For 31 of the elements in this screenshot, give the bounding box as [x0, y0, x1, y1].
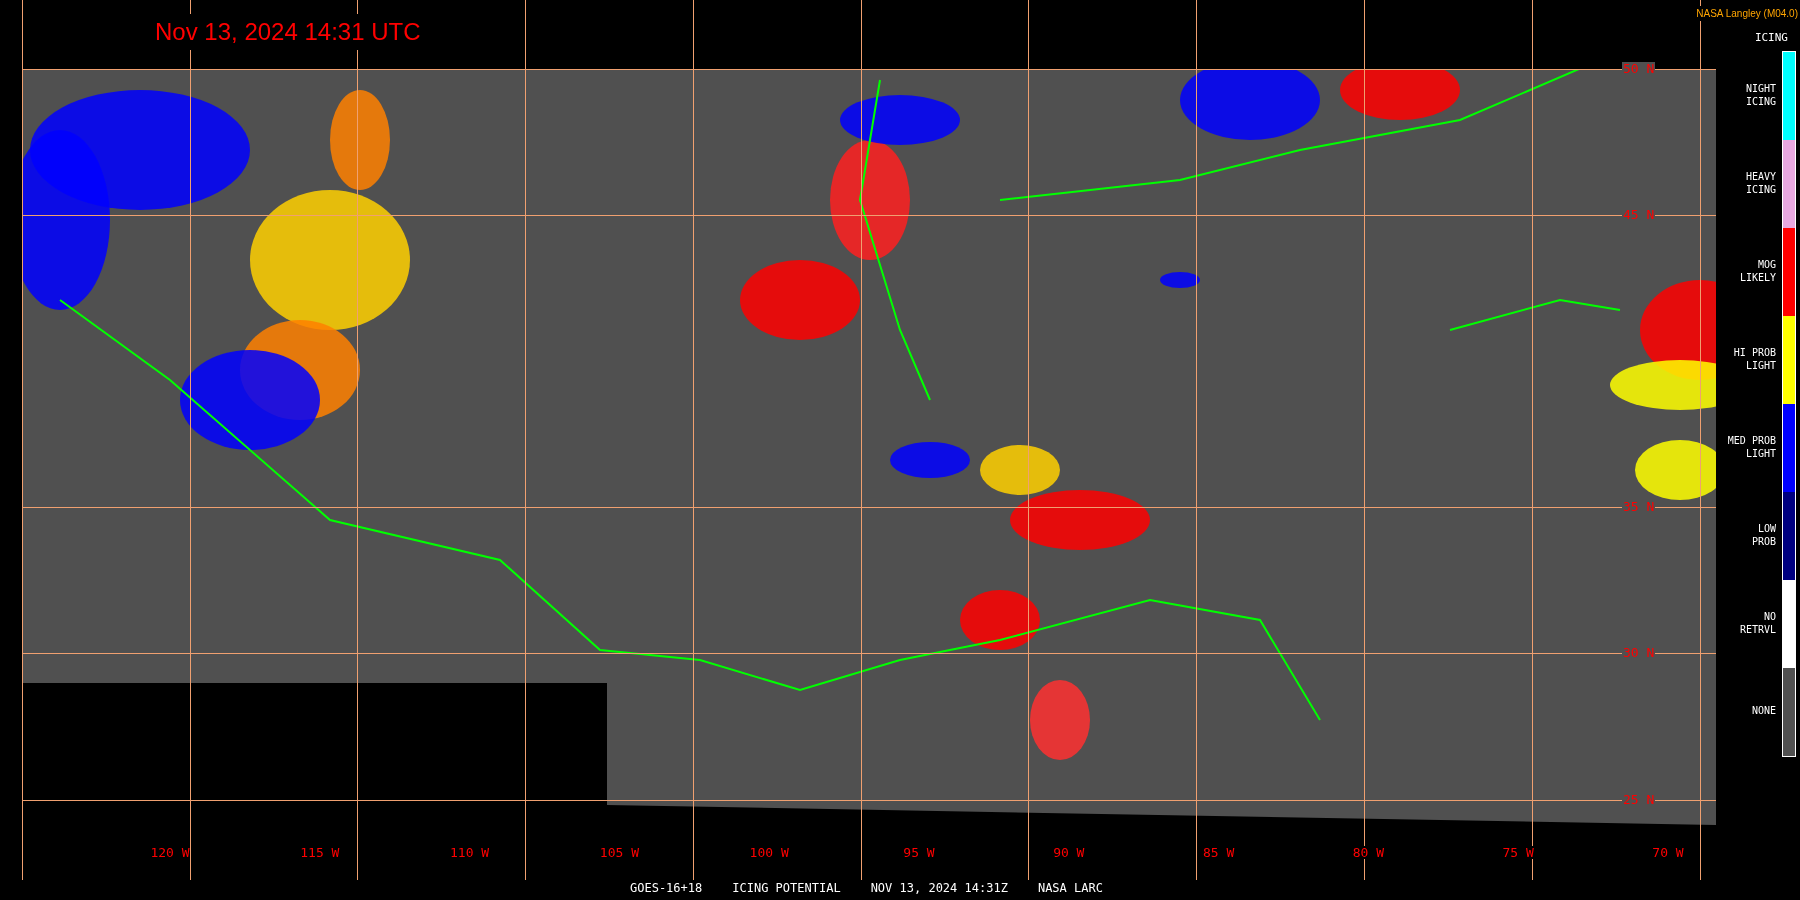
legend-label: MED PROB LIGHT	[1727, 433, 1776, 460]
legend-label: NO RETRVL	[1739, 609, 1776, 636]
legend-label: MOG LIKELY	[1739, 257, 1776, 284]
latitude-label: 35 N	[1622, 500, 1656, 513]
footer-caption: GOES-16+18	[630, 882, 703, 894]
longitude-label: 115 W	[300, 846, 340, 859]
timestamp-title: Nov 13, 2024 14:31 UTC	[155, 14, 421, 50]
latitude-label: 50 N	[1622, 62, 1656, 75]
longitude-label: 90 W	[1053, 846, 1085, 859]
longitude-label: 105 W	[599, 846, 639, 859]
longitude-label: 100 W	[749, 846, 789, 859]
credit-label: NASA Langley (M04.0)	[1696, 6, 1798, 21]
footer-caption: ICING POTENTIAL	[732, 882, 841, 894]
longitude-label: 110 W	[450, 846, 490, 859]
legend-label: NIGHT ICING	[1745, 81, 1776, 108]
latitude-label: 45 N	[1622, 208, 1656, 221]
longitude-label: 85 W	[1202, 846, 1235, 859]
legend-label: NONE	[1751, 704, 1776, 717]
footer-caption: NASA LARC	[1037, 882, 1103, 894]
longitude-label: 120 W	[150, 846, 190, 859]
longitude-label: 75 W	[1502, 846, 1534, 859]
latitude-label: 25 N	[1622, 793, 1656, 806]
legend-label: LOW PROB	[1751, 521, 1776, 548]
legend-label: HI PROB LIGHT	[1733, 345, 1776, 372]
footer-caption: NOV 13, 2024 14:31Z	[870, 882, 1008, 894]
longitude-label: 70 W	[1652, 846, 1684, 859]
latitude-label: 30 N	[1622, 646, 1656, 659]
longitude-label: 95 W	[903, 846, 935, 859]
legend-label: HEAVY ICING	[1745, 169, 1776, 196]
longitude-label: 80 W	[1352, 846, 1385, 859]
legend-title: ICING	[1754, 30, 1789, 46]
